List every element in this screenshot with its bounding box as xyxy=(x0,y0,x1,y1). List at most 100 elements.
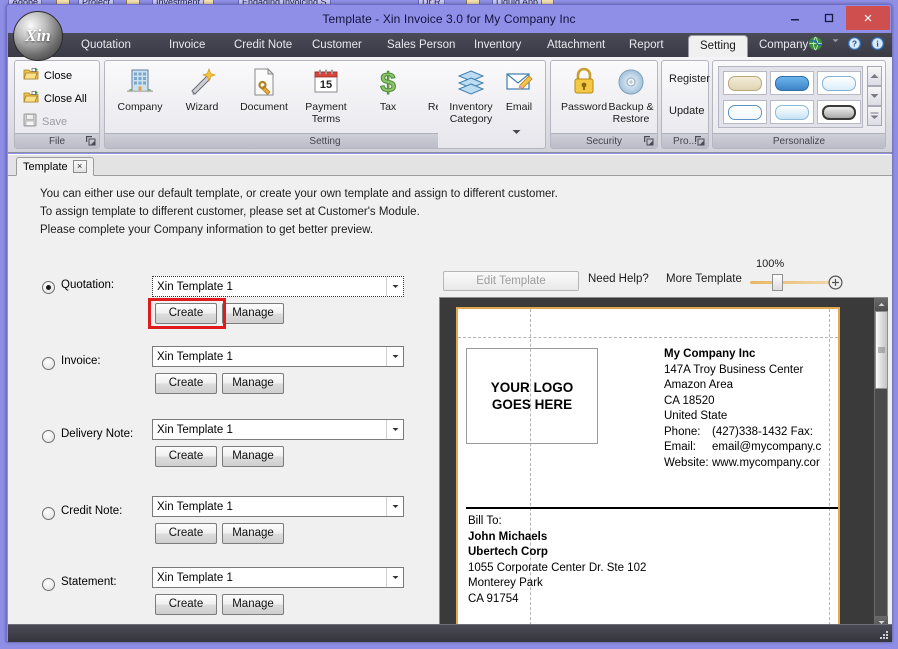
radio-credit-note[interactable] xyxy=(42,507,55,520)
disc-icon xyxy=(605,64,657,100)
create-button-delivery-note[interactable]: Create xyxy=(155,446,217,467)
radio-statement[interactable] xyxy=(42,578,55,591)
theme-scroll-up-button[interactable] xyxy=(867,66,882,86)
chevron-down-icon[interactable] xyxy=(386,420,403,439)
chevron-down-icon[interactable] xyxy=(386,497,403,516)
theme-scroll-down-button[interactable] xyxy=(867,86,882,106)
ribbon-button-payment-terms[interactable]: 15 Payment Terms xyxy=(295,64,357,132)
ribbon-button-label: Email xyxy=(505,101,533,113)
theme-swatch-blue-solid[interactable] xyxy=(770,71,814,95)
ribbon-button-tax[interactable]: $ Tax xyxy=(357,64,419,132)
title-bar: Template - Xin Invoice 3.0 for My Compan… xyxy=(7,5,891,33)
close-button[interactable]: × xyxy=(846,6,890,30)
chevron-down-icon[interactable] xyxy=(386,277,403,296)
ribbon-tab-report[interactable]: Report xyxy=(618,35,675,57)
minimize-button[interactable] xyxy=(778,6,812,30)
ribbon-button-document[interactable]: Document xyxy=(233,64,295,132)
ribbon-button-wizard[interactable]: Wizard xyxy=(171,64,233,132)
floppy-disk-icon xyxy=(23,113,37,130)
ribbon-tab-customer[interactable]: Customer xyxy=(301,35,373,57)
combo-invoice-template[interactable]: Xin Template 1 xyxy=(152,346,404,367)
theme-swatch-black[interactable] xyxy=(817,100,861,124)
document-tab-template[interactable]: Template × xyxy=(16,157,94,176)
security-dialog-launcher-icon[interactable] xyxy=(643,135,654,146)
combo-delivery-note-template[interactable]: Xin Template 1 xyxy=(152,419,404,440)
create-button-invoice[interactable]: Create xyxy=(155,373,217,394)
file-dialog-launcher-icon[interactable] xyxy=(85,135,96,146)
chevron-down-icon[interactable] xyxy=(831,36,840,52)
instruction-line-1: You can either use our default template,… xyxy=(40,188,558,200)
ribbon-button-company[interactable]: Company xyxy=(109,64,171,132)
ribbon-button-backup-restore[interactable]: Backup & Restore xyxy=(605,64,657,132)
theme-swatch-beige[interactable] xyxy=(723,71,767,95)
ribbon-tab-quotation[interactable]: Quotation xyxy=(70,35,142,57)
manage-button-credit-note[interactable]: Manage xyxy=(222,523,284,544)
create-button-credit-note[interactable]: Create xyxy=(155,523,217,544)
manage-button-statement[interactable]: Manage xyxy=(222,594,284,615)
theme-more-button[interactable] xyxy=(867,106,882,126)
ribbon-group-personalize: Personalize xyxy=(712,60,886,149)
ribbon-tab-inventory[interactable]: Inventory xyxy=(463,35,532,57)
close-button[interactable]: Close xyxy=(20,65,96,86)
chevron-down-icon[interactable] xyxy=(386,568,403,587)
radio-delivery-note[interactable] xyxy=(42,430,55,443)
label-delivery-note: Delivery Note: xyxy=(61,428,134,440)
bill-to-address-2: Monterey Park xyxy=(468,577,543,589)
scroll-up-arrow-icon[interactable] xyxy=(875,298,888,311)
close-all-button[interactable]: Close All xyxy=(20,88,96,109)
manage-button-invoice[interactable]: Manage xyxy=(222,373,284,394)
radio-invoice[interactable] xyxy=(42,357,55,370)
app-logo-text: Xin xyxy=(25,26,51,45)
ribbon-button-label: Payment Terms xyxy=(305,101,347,125)
client-area: Template × You can either use our defaul… xyxy=(8,154,892,641)
company-phone-value: (427)338-1432 Fax: xyxy=(712,425,814,438)
logo-placeholder: YOUR LOGO GOES HERE xyxy=(466,348,598,444)
more-template-link[interactable]: More Template xyxy=(666,273,742,285)
theme-swatch-pale-blue[interactable] xyxy=(770,100,814,124)
email-dropdown-icon[interactable] xyxy=(512,126,521,138)
company-email-label: Email: xyxy=(664,441,696,453)
preview-vertical-scroll-thumb[interactable] xyxy=(875,311,888,389)
ribbon-button-email[interactable]: Email xyxy=(494,64,544,134)
dollar-icon: $ xyxy=(357,64,419,100)
ribbon-group-file: Close Close All Save File xyxy=(14,60,100,149)
help-icon[interactable]: ? xyxy=(847,36,863,52)
ribbon-tab-company[interactable]: Company xyxy=(748,35,819,57)
company-address-3: CA 18520 xyxy=(664,394,715,407)
product-dialog-launcher-icon[interactable] xyxy=(694,135,705,146)
manage-button-quotation[interactable]: Manage xyxy=(222,303,284,324)
theme-swatch-light-blue[interactable] xyxy=(817,71,861,95)
resize-grip-icon[interactable] xyxy=(877,628,889,640)
manage-button-delivery-note[interactable]: Manage xyxy=(222,446,284,467)
need-help-link[interactable]: Need Help? xyxy=(588,273,649,285)
ribbon-tab-sales-person[interactable]: Sales Person xyxy=(376,35,466,57)
company-website-label: Website: xyxy=(664,456,709,469)
ribbon-button-label: Tax xyxy=(379,101,397,113)
ribbon-tab-attachment[interactable]: Attachment xyxy=(536,35,616,57)
bill-to-company: Ubertech Corp xyxy=(468,546,548,558)
zoom-in-icon[interactable] xyxy=(828,275,843,290)
ribbon-tab-credit-note[interactable]: Credit Note xyxy=(223,35,303,57)
chevron-down-icon[interactable] xyxy=(386,347,403,366)
close-tab-icon[interactable]: × xyxy=(72,160,87,173)
combo-quotation-template[interactable]: Xin Template 1 xyxy=(152,276,404,297)
ribbon-group-title: Security xyxy=(551,133,657,148)
company-email-value: email@mycompany.c xyxy=(712,441,822,453)
ribbon-tab-invoice[interactable]: Invoice xyxy=(158,35,216,57)
radio-quotation[interactable] xyxy=(42,281,55,294)
preview-divider xyxy=(466,507,838,509)
maximize-button[interactable] xyxy=(812,6,846,30)
label-credit-note: Credit Note: xyxy=(61,505,123,517)
document-tab-label: Template xyxy=(23,160,68,173)
combo-credit-note-template[interactable]: Xin Template 1 xyxy=(152,496,404,517)
zoom-slider-track[interactable] xyxy=(750,281,830,284)
ribbon-tab-setting[interactable]: Setting xyxy=(688,35,748,57)
theme-swatch-white-blue[interactable] xyxy=(723,100,767,124)
combo-statement-template[interactable]: Xin Template 1 xyxy=(152,567,404,588)
info-icon[interactable]: i xyxy=(870,36,886,52)
ribbon-button-label: Company xyxy=(117,101,163,113)
preview-vertical-scrollbar[interactable] xyxy=(874,298,888,629)
create-button-statement[interactable]: Create xyxy=(155,594,217,615)
zoom-slider-thumb[interactable] xyxy=(772,274,783,291)
ribbon-button-inventory-category[interactable]: Inventory Category xyxy=(440,64,502,132)
